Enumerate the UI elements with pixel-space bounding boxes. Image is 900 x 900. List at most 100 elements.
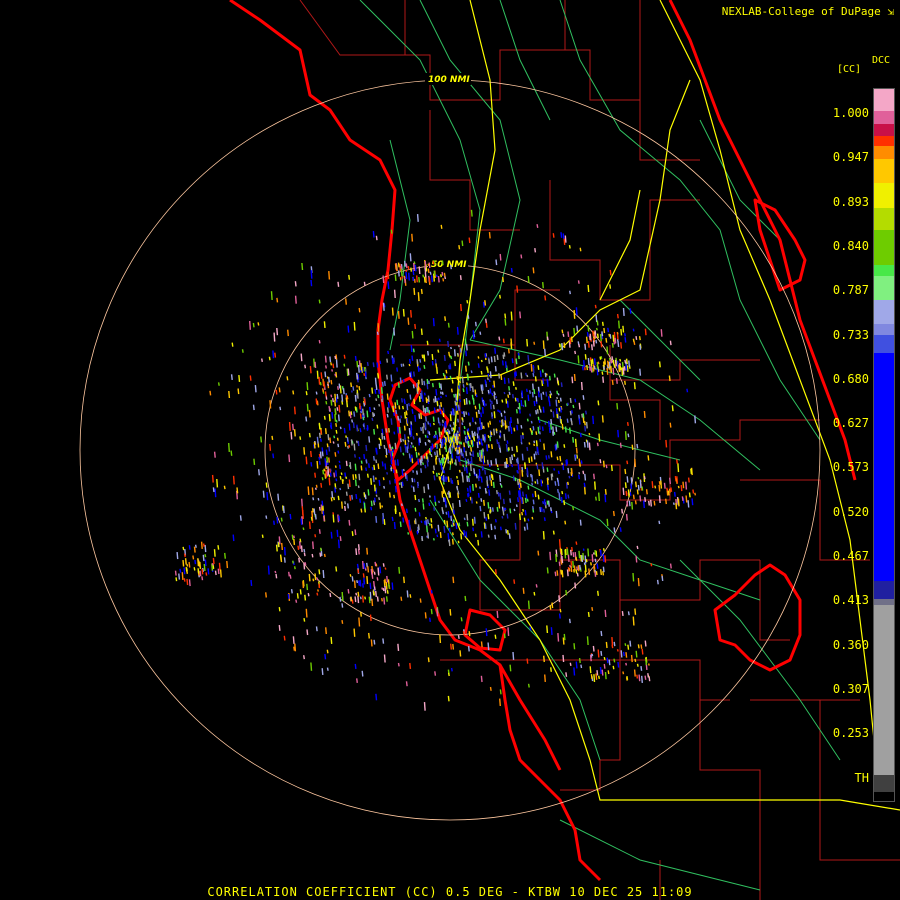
echo-gate <box>402 379 405 383</box>
echo-gate <box>557 393 560 396</box>
echo-gate <box>539 438 542 443</box>
echo-gate <box>418 266 421 275</box>
echo-gate <box>197 558 200 567</box>
echo-gate <box>399 418 402 423</box>
echo-gate <box>435 458 437 465</box>
echo-gate <box>400 503 403 507</box>
echo-gate <box>322 388 324 393</box>
echo-gate <box>455 455 458 459</box>
echo-gate <box>394 508 397 515</box>
echo-gate <box>577 565 580 572</box>
color-scale-tick-label: 0.893 <box>832 194 869 209</box>
expand-arrow-icon[interactable]: ⇲ <box>887 5 894 18</box>
echo-gate <box>606 367 609 375</box>
echo-gate <box>571 410 573 414</box>
echo-gate <box>494 366 497 372</box>
echo-gate <box>403 425 406 431</box>
echo-gate <box>488 232 491 239</box>
echo-gate <box>517 352 520 356</box>
echo-gate <box>321 477 324 481</box>
echo-gate <box>455 486 458 489</box>
echo-gate <box>390 467 393 472</box>
echo-gate <box>506 530 509 535</box>
echo-gate <box>348 444 351 448</box>
echo-gate <box>432 261 435 265</box>
echo-gate <box>384 578 387 584</box>
echo-gate <box>489 435 492 442</box>
echo-gate <box>450 411 453 416</box>
echo-gate <box>278 625 281 631</box>
echo-gate <box>359 579 362 587</box>
echo-gate <box>638 674 641 682</box>
echo-gate <box>412 384 415 389</box>
echo-gate <box>430 518 433 523</box>
echo-gate <box>375 590 377 597</box>
echo-gate <box>373 407 376 410</box>
credit-banner[interactable]: NEXLAB-College of DuPage ⇲ <box>722 5 894 18</box>
echo-gate <box>213 451 216 458</box>
echo-gate <box>593 564 596 570</box>
echo-gate <box>515 358 518 365</box>
echo-gate <box>470 370 473 374</box>
echo-gate <box>271 435 274 441</box>
echo-gate <box>598 492 600 502</box>
echo-gate <box>442 407 445 413</box>
echo-gate <box>656 579 659 585</box>
echo-gate <box>290 589 293 594</box>
echo-gate <box>409 434 412 438</box>
echo-gate <box>421 498 424 503</box>
color-scale-segment <box>874 352 894 582</box>
echo-gate <box>376 596 379 602</box>
echo-gate <box>658 484 661 492</box>
echo-gate <box>309 366 312 374</box>
echo-gate <box>428 450 431 454</box>
echo-gate <box>299 541 301 549</box>
echo-gate <box>496 506 499 512</box>
echo-gate <box>480 359 483 363</box>
echo-gate <box>466 429 469 432</box>
echo-gate <box>515 371 518 377</box>
echo-gate <box>488 379 491 383</box>
echo-gate <box>274 352 277 358</box>
echo-gate <box>327 383 329 387</box>
echo-gate <box>335 371 338 378</box>
echo-gate <box>408 363 411 367</box>
echo-gate <box>288 571 290 577</box>
echo-gate <box>414 264 417 272</box>
echo-gate <box>395 409 398 415</box>
echo-gate <box>390 447 393 451</box>
echo-gate <box>498 420 501 423</box>
echo-gate <box>587 341 590 348</box>
echo-gate <box>258 469 260 476</box>
echo-gate <box>332 514 335 523</box>
echo-gate <box>293 535 295 539</box>
echo-gate <box>183 567 186 575</box>
echo-gate <box>454 459 457 466</box>
echo-gate <box>386 374 388 380</box>
echo-gate <box>595 570 598 576</box>
echo-gate <box>318 460 321 465</box>
echo-gate <box>350 596 353 602</box>
echo-gate <box>362 408 364 416</box>
echo-gate <box>411 233 414 242</box>
echo-gate <box>504 318 507 326</box>
echo-gate <box>448 539 451 547</box>
echo-gate <box>224 552 226 559</box>
echo-gate <box>480 498 483 502</box>
echo-gate <box>468 477 471 483</box>
echo-gate <box>605 337 608 343</box>
echo-gate <box>433 475 436 481</box>
echo-gate <box>521 511 524 516</box>
echo-gate <box>334 408 337 416</box>
echo-gate <box>560 382 563 388</box>
echo-gate <box>434 430 437 436</box>
echo-gate <box>477 409 480 415</box>
echo-gate <box>412 470 415 473</box>
echo-gate <box>505 529 508 534</box>
echo-gate <box>374 388 377 394</box>
echo-gate <box>501 399 504 403</box>
echo-gate <box>529 626 532 631</box>
echo-gate <box>395 469 398 474</box>
echo-gate <box>535 584 538 588</box>
echo-gate <box>426 435 429 439</box>
